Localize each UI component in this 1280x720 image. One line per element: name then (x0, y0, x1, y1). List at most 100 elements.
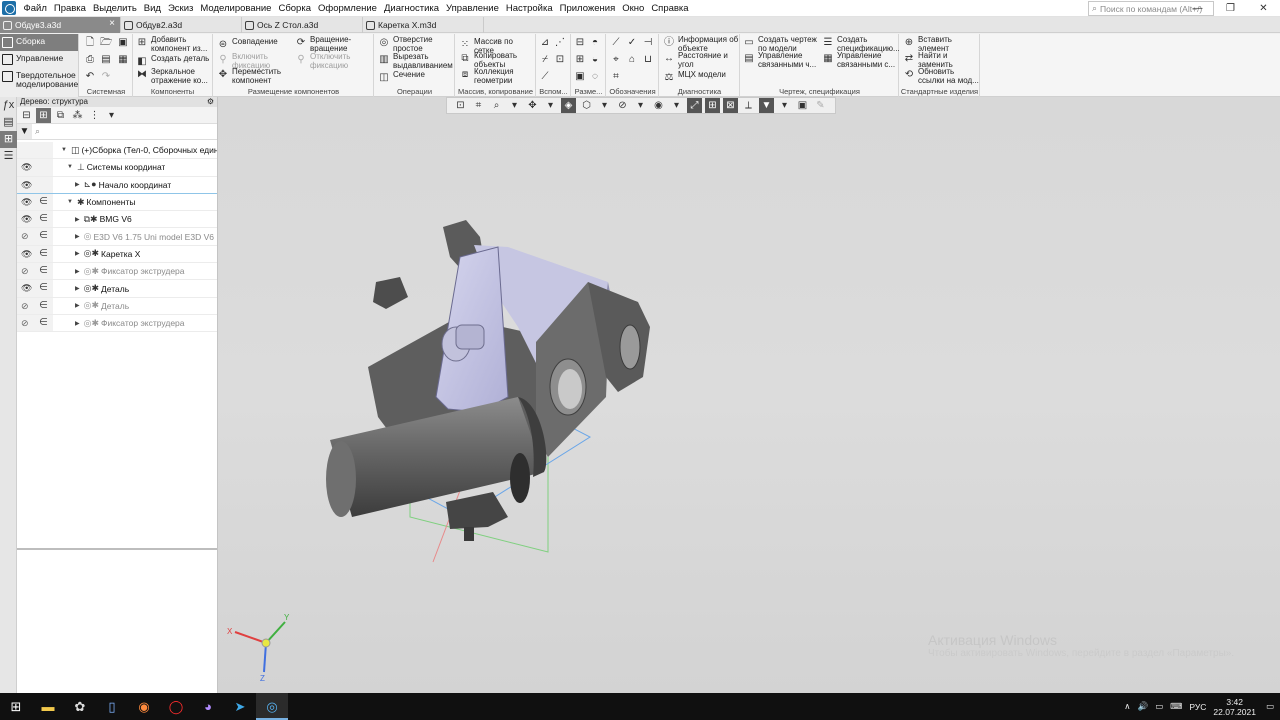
weld-icon[interactable]: ⊔ (642, 54, 654, 66)
tree-row[interactable]: ▼ ◫ (+)Сборка (Тел-0, Сборочных единиц (17, 142, 217, 160)
auto-dim-icon[interactable]: ▣ (574, 71, 586, 83)
chevron-down-icon[interactable]: ▾ (104, 108, 119, 123)
tree-row[interactable]: ⊘ ∈ ▶ ◎✱ Фиксатор экструдера (17, 263, 217, 281)
minimize-button[interactable]: — (1181, 0, 1214, 17)
tolerance-icon[interactable]: ⌖ (610, 54, 622, 66)
expand-icon[interactable]: ▶ (75, 250, 80, 257)
collapse-icon[interactable]: ▼ (67, 199, 73, 205)
tree-select-icon[interactable]: ⁂ (70, 108, 85, 123)
section-button[interactable]: ◫ Сечение (378, 70, 454, 84)
firefox-icon[interactable]: ◉ (128, 693, 160, 720)
expand-icon[interactable]: ▶ (75, 320, 80, 327)
print-icon[interactable]: ⎙ (84, 54, 96, 66)
expand-icon[interactable]: ▶ (75, 285, 80, 292)
manage-linked-drawings-button[interactable]: ▤ Управление связанными ч... (743, 51, 819, 69)
gear-icon[interactable]: ⚙ (207, 97, 214, 107)
open-folder-icon[interactable]: 🗁 (100, 37, 112, 49)
filter-icon[interactable]: ▼ (17, 124, 32, 139)
menu-management[interactable]: Управление (443, 0, 503, 17)
file-explorer-icon[interactable]: ▬ (32, 693, 64, 720)
speaker-icon[interactable]: 🔊 (1137, 701, 1148, 712)
menu-settings[interactable]: Настройка (502, 0, 556, 17)
expand-icon[interactable]: ▶ (75, 216, 80, 223)
menu-modeling[interactable]: Моделирование (197, 0, 275, 17)
tree-row[interactable]: ⊘ ∈ ▶ ◎✱ Деталь (17, 297, 217, 315)
mass-properties-button[interactable]: ⚖ МЦХ модели (663, 70, 739, 84)
restore-button[interactable]: ❐ (1214, 0, 1247, 17)
clock[interactable]: 3:42 22.07.2021 (1213, 697, 1256, 717)
tree-icon[interactable]: ⊞ (0, 131, 17, 148)
mirror-component-button[interactable]: ⧓ Зеркальное отражение ко... (136, 67, 212, 85)
mark-icon[interactable]: ⌂ (626, 54, 638, 66)
menu-file[interactable]: Файл (20, 0, 50, 17)
mode-assembly[interactable]: Сборка (0, 34, 78, 51)
windows-start-icon[interactable]: ⊞ (0, 693, 32, 720)
tree-row[interactable]: ⊘ ∈ ▶ ◎ E3D V6 1.75 Uni model E3D V6 1. (17, 228, 217, 246)
chevron-up-icon[interactable]: ∧ (1124, 701, 1130, 712)
aux-line-icon[interactable]: ⊡ (554, 54, 566, 66)
distance-angle-button[interactable]: ↔ Расстояние и угол (663, 51, 739, 69)
tree-structure-icon[interactable]: ⊟ (19, 108, 34, 123)
eye-icon[interactable]: 👁 (21, 249, 32, 260)
language-indicator[interactable]: РУС (1189, 702, 1206, 712)
search-icon[interactable]: ⌕ (35, 126, 40, 137)
manage-linked-spec-button[interactable]: ▦ Управление связанными с... (822, 51, 898, 69)
menu-applications[interactable]: Приложения (556, 0, 619, 17)
menu-diagnostics[interactable]: Диагностика (380, 0, 442, 17)
tree-row[interactable]: 👁 ∈ ▶ ◎✱ Каретка X (17, 245, 217, 264)
menu-view[interactable]: Вид (140, 0, 164, 17)
notifications-icon[interactable]: ▭ (1266, 701, 1274, 712)
collapse-icon[interactable]: ▼ (61, 147, 67, 153)
aux-point-icon[interactable]: ⌿ (539, 54, 551, 66)
network-icon[interactable]: ▭ (1155, 701, 1163, 712)
roughness-icon[interactable]: ✓ (626, 37, 638, 49)
chat-app-icon[interactable]: ◕ (192, 693, 224, 720)
keyboard-icon[interactable]: ⌨ (1170, 701, 1182, 712)
new-file-icon[interactable]: 🗋 (84, 37, 96, 49)
eye-hidden-icon[interactable]: ⊘ (21, 301, 29, 312)
tab-obduv3[interactable]: Обдув3.a3d × (0, 17, 121, 33)
aux-plane-icon[interactable]: ⊿ (539, 37, 551, 49)
menu-edit[interactable]: Правка (50, 0, 89, 17)
layers-icon[interactable]: ▤ (0, 114, 17, 131)
datum-icon[interactable]: ⊣ (642, 37, 654, 49)
expand-icon[interactable]: ▶ (75, 302, 80, 309)
note-icon[interactable]: ⌗ (610, 71, 622, 83)
menu-window[interactable]: Окно (619, 0, 648, 17)
tab-close-button[interactable]: × (109, 18, 115, 29)
redo-icon[interactable]: ↷ (100, 71, 112, 83)
geometry-collection-button[interactable]: ⧈ Коллекция геометрии (459, 67, 535, 85)
tree-row[interactable]: 👁 ▼ ⊥ Системы координат (17, 159, 217, 177)
eye-icon[interactable]: 👁 (21, 283, 32, 294)
menu-help[interactable]: Справка (648, 0, 692, 17)
document-app-icon[interactable]: ▯ (96, 693, 128, 720)
telegram-icon[interactable]: ➤ (224, 693, 256, 720)
eye-hidden-icon[interactable]: ⊘ (21, 318, 29, 329)
opera-icon[interactable]: ◯ (160, 693, 192, 720)
move-component-button[interactable]: ✥ Переместить компонент (217, 67, 293, 85)
add-component-button[interactable]: ⊞ Добавить компонент из... (136, 35, 212, 53)
properties-panel-icon[interactable]: ☰ (0, 148, 17, 165)
leader-icon[interactable]: ⟋ (610, 37, 622, 49)
eye-icon[interactable]: 👁 (21, 180, 32, 191)
disable-fix-button[interactable]: ⚲ Отключить фиксацию (295, 52, 371, 70)
tab-os-z-stol[interactable]: Ось Z Стол.a3d (242, 17, 363, 33)
update-links-button[interactable]: ⟲ Обновить ссылки на мод... (903, 67, 979, 85)
tree-list-icon[interactable]: ⊞ (36, 107, 51, 123)
tab-karetka-x[interactable]: Каретка X.m3d (363, 17, 484, 33)
mode-solid-modeling[interactable]: Твердотельное моделирование (0, 68, 78, 92)
linear-dim-icon[interactable]: ⊟ (574, 37, 586, 49)
cut-extrude-button[interactable]: ▥ Вырезать выдавливанием (378, 52, 454, 70)
tree-row[interactable]: 👁 ▶ ⊾● Начало координат (17, 176, 217, 194)
tree-row[interactable]: ⊘ ∈ ▶ ◎✱ Фиксатор экструдера (17, 314, 217, 333)
eye-hidden-icon[interactable]: ⊘ (21, 266, 29, 277)
coincidence-button[interactable]: ⊜ Совпадение (217, 37, 293, 51)
aux-axis-icon[interactable]: ⋰ (554, 37, 566, 49)
tree-row[interactable]: 👁 ∈ ▼ ✱ Компоненты (17, 193, 217, 212)
eye-hidden-icon[interactable]: ⊘ (21, 231, 29, 242)
expand-icon[interactable]: ▶ (75, 181, 80, 188)
tree-sort-icon[interactable]: ⋮ (87, 108, 102, 123)
diameter-dim-icon[interactable]: ◒ (589, 54, 601, 66)
arc-dim-icon[interactable]: ◌ (589, 71, 601, 83)
tree-row[interactable]: 👁 ∈ ▶ ◎✱ Деталь (17, 280, 217, 298)
